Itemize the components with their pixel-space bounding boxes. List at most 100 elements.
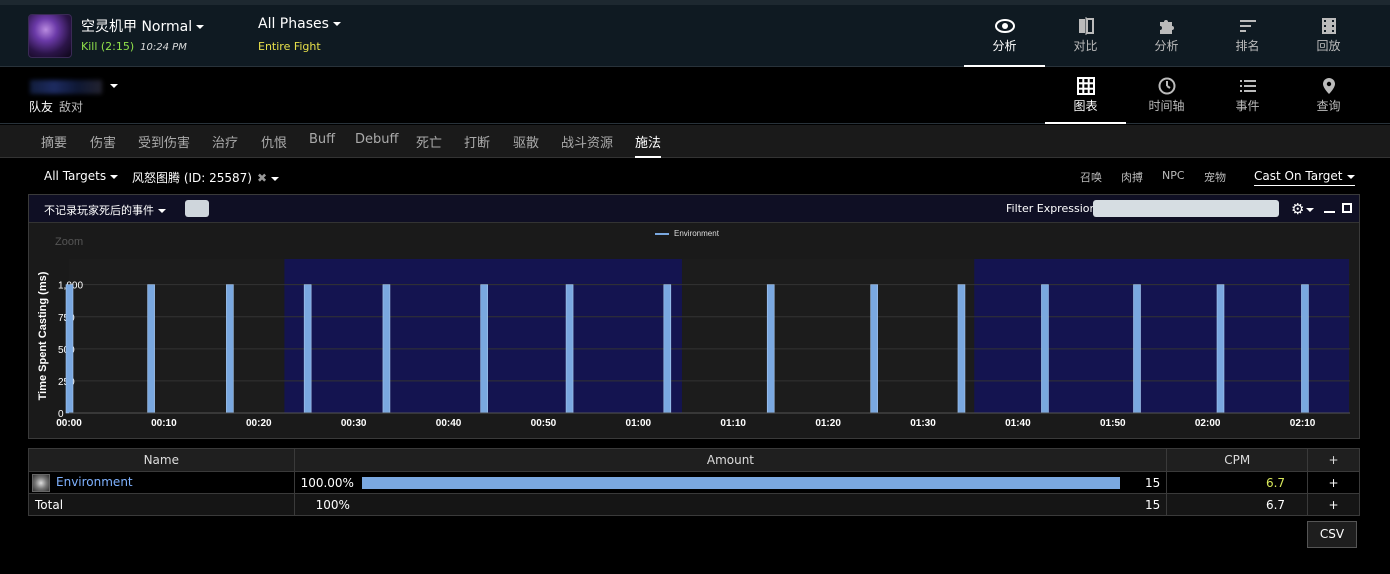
cast-chart[interactable]: 02505007501,00000:0000:1000:2000:3000:40…	[29, 223, 1359, 438]
nav-tab-analysis[interactable]: 分析	[964, 5, 1045, 67]
tab-damage-taken[interactable]: 受到伤害	[138, 132, 190, 151]
gear-icon[interactable]: ⚙	[1291, 200, 1315, 218]
tab-summary[interactable]: 摘要	[41, 132, 67, 151]
filter-expression-input[interactable]	[1093, 200, 1279, 217]
environment-icon	[32, 473, 50, 492]
boss-name: 空灵机甲 Normal	[81, 19, 193, 35]
tab-healing[interactable]: 治疗	[212, 132, 238, 151]
col-add[interactable]: +	[1307, 448, 1360, 472]
chart-bar	[303, 284, 312, 414]
nav-tab-compare[interactable]: 对比	[1045, 5, 1126, 67]
view-tab-events[interactable]: 事件	[1207, 67, 1288, 124]
nav-tab-label: 回放	[1316, 39, 1341, 53]
chart-bar	[1133, 284, 1141, 414]
option-pets[interactable]: 宠物	[1204, 169, 1226, 185]
option-npc[interactable]: NPC	[1162, 169, 1185, 182]
tab-dispels[interactable]: 驱散	[513, 132, 539, 151]
kill-info: Kill (2:15) 10:24 PM	[81, 40, 187, 53]
view-tab-label: 图表	[1073, 99, 1098, 113]
row-name[interactable]: Environment	[56, 475, 133, 489]
x-tick-label: 02:10	[1290, 418, 1316, 429]
tab-interrupts[interactable]: 打断	[464, 132, 490, 151]
team-friendly[interactable]: 队友	[29, 100, 53, 114]
tab-damage-done[interactable]: 伤害	[90, 132, 116, 151]
team-enemy[interactable]: 敌对	[59, 100, 83, 114]
total-add-button[interactable]: +	[1307, 493, 1360, 516]
tab-buffs[interactable]: Buff	[309, 132, 335, 147]
chart-panel-header: 不记录玩家死后的事件 Filter Expression: ⚙	[29, 195, 1359, 223]
table-row[interactable]: Environment 100.00% 15 6.7 +	[28, 471, 1360, 494]
legend-label: Environment	[674, 229, 720, 238]
x-tick-label: 01:10	[720, 418, 746, 429]
view-tab-label: 时间轴	[1148, 99, 1185, 113]
list-icon	[1239, 80, 1256, 92]
nav-tab-analyze[interactable]: 分析	[1126, 5, 1207, 67]
boss-selector[interactable]: 空灵机甲 Normal	[81, 16, 205, 36]
targets-dropdown[interactable]: All Targets	[44, 169, 119, 183]
chart-bar	[480, 284, 488, 414]
player-name-blurred[interactable]	[30, 80, 102, 94]
row-pct: 100.00%	[300, 475, 354, 490]
row-add-button[interactable]: +	[1307, 471, 1360, 494]
tab-deaths[interactable]: 死亡	[416, 132, 442, 151]
hide-dead-dropdown[interactable]: 不记录玩家死后的事件	[44, 202, 166, 218]
col-amount[interactable]: Amount	[293, 448, 1168, 472]
total-amount-cell: 100% 15	[293, 493, 1168, 516]
option-pets-summon[interactable]: 召唤	[1080, 169, 1102, 185]
chevron-down-icon	[110, 174, 119, 179]
chevron-down-icon	[1306, 207, 1315, 212]
chevron-down-icon	[1346, 174, 1355, 179]
compare-icon	[1078, 17, 1094, 35]
view-tab-query[interactable]: 查询	[1288, 67, 1369, 124]
row-name-cell: Environment	[28, 471, 295, 494]
tab-resources[interactable]: 战斗资源	[561, 132, 613, 151]
phase-selector[interactable]: All Phases	[258, 16, 341, 32]
minimize-icon[interactable]	[1324, 211, 1335, 213]
zoom-label: Zoom	[55, 236, 83, 248]
tab-debuffs[interactable]: Debuff	[355, 132, 398, 147]
chart-bar	[1041, 284, 1049, 414]
table-header-row: Name Amount CPM +	[28, 448, 1360, 472]
x-tick-label: 02:00	[1195, 418, 1221, 429]
csv-button[interactable]: CSV	[1307, 521, 1357, 548]
ability-label: 风怒图腾 (ID: 25587)	[132, 171, 252, 185]
x-tick-label: 01:20	[815, 418, 841, 429]
chart-bar	[565, 284, 574, 414]
chevron-down-icon	[196, 25, 205, 29]
tab-casts[interactable]: 施法	[635, 132, 662, 158]
col-name[interactable]: Name	[28, 448, 295, 472]
top-bar: 空灵机甲 Normal Kill (2:15) 10:24 PM All Phas…	[0, 0, 1390, 67]
cast-mode-dropdown[interactable]: Cast On Target	[1254, 169, 1355, 186]
chevron-down-icon	[110, 84, 118, 88]
x-tick-label: 00:40	[436, 418, 462, 429]
maximize-icon[interactable]	[1342, 203, 1352, 213]
chart-bar	[766, 284, 775, 414]
eye-icon	[994, 19, 1015, 33]
chart-bar	[1301, 284, 1309, 414]
chevron-down-icon	[158, 209, 166, 213]
chart-bar	[147, 284, 155, 414]
x-tick-label: 00:20	[246, 418, 272, 429]
tab-threat[interactable]: 仇恨	[261, 132, 287, 151]
close-icon[interactable]: ✖	[257, 171, 267, 185]
view-tab-charts[interactable]: 图表	[1045, 67, 1126, 124]
chart-bar	[226, 284, 234, 414]
nav-tab-replay[interactable]: 回放	[1288, 5, 1369, 67]
row-count: 15	[1145, 476, 1161, 490]
toggle-switch[interactable]	[185, 200, 209, 217]
view-tab-timeline[interactable]: 时间轴	[1126, 67, 1207, 124]
x-tick-label: 01:50	[1100, 418, 1126, 429]
view-tab-label: 查询	[1316, 99, 1341, 113]
row-amount-cell: 100.00% 15	[293, 471, 1168, 494]
x-tick-label: 00:50	[531, 418, 557, 429]
chart-bar	[663, 284, 672, 414]
table-total-row: Total 100% 15 6.7 +	[28, 493, 1360, 516]
nav-tab-label: 对比	[1073, 39, 1098, 53]
nav-tab-ranking[interactable]: 排名	[1207, 5, 1288, 67]
col-cpm[interactable]: CPM	[1166, 448, 1309, 472]
x-tick-label: 01:40	[1005, 418, 1031, 429]
ability-filter[interactable]: 风怒图腾 (ID: 25587) ✖	[132, 169, 280, 186]
x-tick-label: 01:30	[910, 418, 936, 429]
location-pin-icon	[1322, 78, 1335, 94]
option-melee[interactable]: 肉搏	[1121, 169, 1143, 185]
